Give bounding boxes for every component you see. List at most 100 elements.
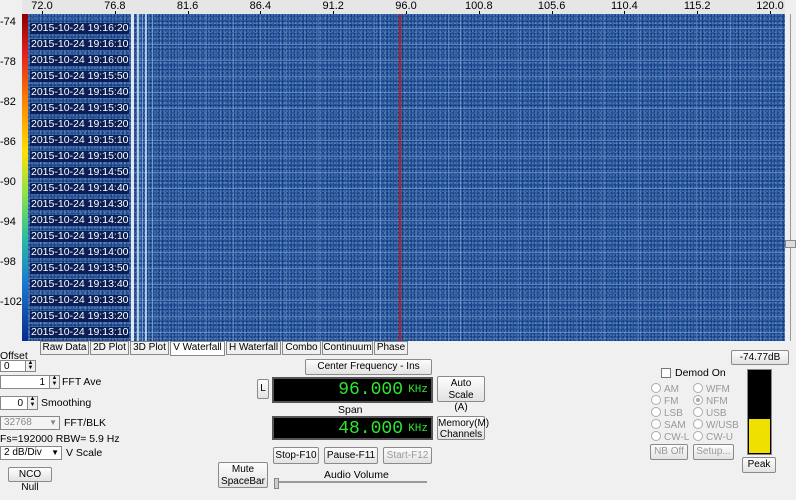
span-label: Span bbox=[338, 404, 363, 416]
radio-icon bbox=[693, 431, 703, 441]
auto-scale-button[interactable]: Auto Scale (A) bbox=[437, 376, 485, 413]
setup-button[interactable]: Setup... bbox=[693, 444, 734, 460]
db-tick-label: -74 bbox=[0, 16, 16, 28]
level-readout-button[interactable]: -74.77dB bbox=[731, 350, 789, 365]
tab-2d-plot[interactable]: 2D Plot bbox=[90, 341, 129, 355]
signal-trace-line bbox=[286, 14, 287, 341]
tab-phase[interactable]: Phase bbox=[374, 341, 408, 355]
center-frequency-display[interactable]: 96.000 KHz bbox=[272, 377, 433, 403]
center-frequency-button[interactable]: Center Frequency - Ins bbox=[305, 359, 432, 375]
mode-radio-lsb[interactable]: LSB bbox=[651, 407, 683, 419]
signal-trace-line bbox=[260, 14, 261, 341]
center-frequency-unit: KHz bbox=[408, 384, 428, 396]
waterfall-timestamp: 2015-10-24 19:16:10 bbox=[30, 38, 129, 50]
db-tick-label: -78 bbox=[0, 56, 16, 68]
vscale-label: V Scale bbox=[66, 447, 103, 459]
radio-icon bbox=[693, 419, 703, 429]
signal-trace-line bbox=[346, 14, 347, 341]
db-tick-label: -94 bbox=[0, 216, 16, 228]
radio-icon bbox=[651, 419, 661, 429]
tab-v-waterfall[interactable]: V Waterfall bbox=[170, 341, 225, 356]
smoothing-value: 0 bbox=[17, 398, 23, 409]
signal-trace-line bbox=[374, 14, 375, 341]
mute-label: Mute bbox=[231, 464, 255, 475]
nco-null-button[interactable]: NCO Null bbox=[8, 467, 52, 493]
mode-radio-nfm[interactable]: NFM bbox=[693, 395, 728, 407]
l-button[interactable]: L bbox=[257, 379, 269, 399]
signal-trace-line bbox=[416, 14, 417, 341]
waterfall-timestamp: 2015-10-24 19:15:20 bbox=[30, 118, 129, 130]
signal-trace-line bbox=[145, 14, 147, 341]
auto-scale-label: Auto Scale bbox=[448, 378, 474, 401]
tab-combo[interactable]: Combo bbox=[282, 341, 321, 355]
smoothing-spinner[interactable]: 0 ▲ ▼ bbox=[0, 396, 38, 410]
spin-down-icon[interactable]: ▼ bbox=[49, 381, 59, 388]
mode-radio-fm[interactable]: FM bbox=[651, 395, 678, 407]
signal-trace-line bbox=[603, 14, 604, 341]
radio-icon bbox=[651, 395, 661, 405]
mode-radio-sam[interactable]: SAM bbox=[651, 419, 686, 431]
spin-down-icon[interactable]: ▼ bbox=[27, 402, 37, 409]
stop-button[interactable]: Stop-F10 bbox=[273, 447, 319, 464]
tab-h-waterfall[interactable]: H Waterfall bbox=[226, 341, 281, 355]
radio-icon bbox=[651, 383, 661, 393]
tab-3d-plot[interactable]: 3D Plot bbox=[130, 341, 169, 355]
mode-radio-cw-l[interactable]: CW-L bbox=[651, 431, 689, 443]
signal-trace-line bbox=[206, 14, 207, 341]
mode-label: CW-L bbox=[664, 432, 690, 443]
signal-level-meter bbox=[747, 369, 772, 455]
fft-blk-select[interactable]: 32768 ▼ bbox=[0, 416, 60, 430]
mode-label: NFM bbox=[706, 396, 728, 407]
db-tick-label: -90 bbox=[0, 176, 16, 188]
pause-button[interactable]: Pause-F11 bbox=[324, 447, 378, 464]
signal-trace-line bbox=[730, 14, 731, 341]
mode-radio-wfm[interactable]: WFM bbox=[693, 383, 730, 395]
tab-continuum[interactable]: Continuum bbox=[322, 341, 373, 355]
audio-volume-slider[interactable] bbox=[275, 481, 427, 483]
signal-trace-line bbox=[448, 14, 449, 341]
mode-radio-cw-u[interactable]: CW-U bbox=[693, 431, 733, 443]
mode-radio-usb[interactable]: USB bbox=[693, 407, 727, 419]
waterfall-timestamp: 2015-10-24 19:15:00 bbox=[30, 150, 129, 162]
demod-on-checkbox[interactable] bbox=[661, 368, 671, 378]
db-axis: -74 -78 -82 -86 -90 -94 -98 -102 bbox=[0, 14, 22, 341]
audio-volume-thumb[interactable] bbox=[274, 478, 279, 489]
mute-button[interactable]: Mute SpaceBar bbox=[218, 462, 268, 488]
signal-trace-line bbox=[638, 14, 639, 341]
tab-raw-data[interactable]: Raw Data bbox=[40, 341, 89, 355]
radio-icon bbox=[651, 407, 661, 417]
fft-blk-label: FFT/BLK bbox=[64, 417, 107, 429]
channels-label: Channels bbox=[439, 429, 483, 440]
radio-icon bbox=[693, 407, 703, 417]
frequency-axis: 72.0 76.8 81.6 86.4 91.2 96.0 100.8 105.6 110.4 1… bbox=[22, 0, 785, 14]
slider-thumb[interactable] bbox=[785, 240, 796, 248]
span-display[interactable]: 48.000 KHz bbox=[272, 416, 433, 440]
spin-down-icon[interactable]: ▼ bbox=[25, 365, 35, 371]
offset-value: 0 bbox=[4, 361, 10, 372]
waterfall-timestamp: 2015-10-24 19:13:40 bbox=[30, 278, 129, 290]
vscale-select[interactable]: 2 dB/Div ▼ bbox=[0, 446, 62, 460]
waterfall-timestamp: 2015-10-24 19:14:50 bbox=[30, 166, 129, 178]
mode-radio-w-usb[interactable]: W/USB bbox=[693, 419, 739, 431]
fs-rbw-text: Fs=192000 RBW= 5.9 Hz bbox=[0, 433, 120, 445]
waterfall-scroll-slider[interactable] bbox=[785, 14, 796, 341]
memory-channels-button[interactable]: Memory(M) Channels bbox=[437, 416, 489, 440]
waterfall-timestamp: 2015-10-24 19:13:20 bbox=[30, 310, 129, 322]
signal-trace-line bbox=[233, 14, 234, 341]
waterfall-display[interactable]: 2015-10-24 19:16:20 2015-10-24 19:16:10 20… bbox=[28, 14, 785, 341]
db-tick-label: -102 bbox=[0, 296, 23, 308]
nb-off-button[interactable]: NB Off bbox=[650, 444, 688, 460]
peak-button[interactable]: Peak bbox=[742, 457, 776, 473]
start-button[interactable]: Start-F12 bbox=[383, 447, 432, 464]
waterfall-timestamp: 2015-10-24 19:14:00 bbox=[30, 246, 129, 258]
demod-on-label: Demod On bbox=[675, 367, 726, 379]
fft-ave-spinner[interactable]: 1 ▲ ▼ bbox=[0, 375, 60, 389]
mode-label: W/USB bbox=[706, 420, 739, 431]
signal-trace-line bbox=[548, 14, 549, 341]
mode-label: AM bbox=[664, 384, 679, 395]
smoothing-label: Smoothing bbox=[41, 397, 92, 409]
mode-radio-am[interactable]: AM bbox=[651, 383, 679, 395]
offset-spinner[interactable]: 0 ▲ ▼ bbox=[0, 360, 36, 372]
signal-trace-line bbox=[668, 14, 669, 341]
waterfall-timestamp: 2015-10-24 19:13:10 bbox=[30, 326, 129, 338]
